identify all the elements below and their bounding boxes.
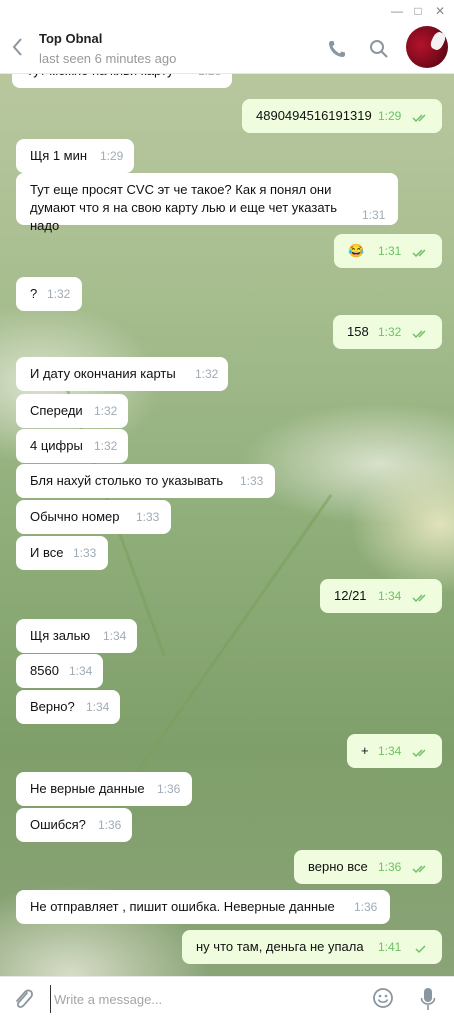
message-time: 1:28 [198,74,221,88]
message-time: 1:36 [378,860,402,874]
last-seen-status: last seen 6 minutes ago [39,51,177,66]
message-incoming[interactable]: Ошибся? 1:36 [16,808,132,842]
message-input[interactable] [50,985,350,1013]
message-text: Щя залью [30,628,91,643]
message-incoming[interactable]: 8560 1:34 [16,654,103,688]
search-icon[interactable] [368,38,390,60]
window-titlebar: — □ ✕ [0,0,454,22]
message-time: 1:34 [103,629,127,643]
message-text: Обычно номер [30,509,120,524]
message-text: + [361,743,369,758]
message-time: 1:32 [94,439,118,453]
message-text: Спереди [30,403,83,418]
paperclip-icon[interactable] [12,987,34,1011]
message-time: 1:34 [378,589,402,603]
message-time: 1:41 [378,940,402,954]
avatar[interactable] [406,26,448,68]
message-text: верно все [308,859,368,874]
microphone-icon[interactable] [420,986,436,1012]
emoji-icon[interactable] [372,987,394,1009]
message-incoming[interactable]: Щя залью 1:34 [16,619,137,653]
message-text: 4890494516191319 [256,108,372,123]
message-time: 1:29 [100,149,124,163]
message-incoming[interactable]: Спереди 1:32 [16,394,128,428]
message-incoming[interactable]: Не отправляет , пишит ошибка. Неверные д… [16,890,390,924]
maximize-button[interactable]: □ [410,3,426,19]
message-outgoing[interactable]: 😂 1:31 [334,234,442,268]
double-check-icon [412,249,426,258]
double-check-icon [412,330,426,339]
message-incoming[interactable]: ? 1:32 [16,277,82,311]
message-time: 1:32 [378,325,402,339]
chat-title[interactable]: Top Obnal [39,31,102,46]
message-list[interactable]: Тут можно на киви карту 1:28 48904945161… [0,74,454,976]
message-text: 😂 [348,243,365,258]
message-text: ? [30,286,38,301]
message-incoming[interactable]: И дату окончания карты 1:32 [16,357,228,391]
message-incoming[interactable]: Верно? 1:34 [16,690,120,724]
message-outgoing[interactable]: верно все 1:36 [294,850,442,884]
message-time: 1:34 [69,664,93,678]
message-incoming[interactable]: И все 1:33 [16,536,108,570]
message-time: 1:32 [195,367,219,381]
message-outgoing[interactable]: 4890494516191319 1:29 [242,99,442,133]
message-time: 1:34 [378,744,402,758]
double-check-icon [412,865,426,874]
message-time: 1:31 [378,244,402,258]
message-text: ну что там, деньга не упала [196,939,364,954]
message-time: 1:32 [47,287,71,301]
message-text: Щя 1 мин [30,148,88,163]
message-text: Не верные данные [30,781,145,796]
message-outgoing[interactable]: ну что там, деньга не упала 1:41 [182,930,442,964]
message-outgoing[interactable]: + 1:34 [347,734,442,768]
message-time: 1:36 [354,900,378,914]
message-incoming[interactable]: Не верные данные 1:36 [16,772,192,806]
message-time: 1:36 [157,782,181,796]
message-time: 1:34 [86,700,110,714]
message-text: Ошибся? [30,817,86,832]
message-incoming[interactable]: Тут еще просят CVC эт че такое? Как я по… [16,173,398,233]
message-time: 1:32 [94,404,118,418]
message-text: 12/21 [334,588,367,603]
message-time: 1:33 [136,510,160,524]
close-window-button[interactable]: ✕ [432,3,448,19]
message-text: Не отправляет , пишит ошибка. Неверные д… [30,899,335,914]
message-outgoing[interactable]: 12/21 1:34 [320,579,442,613]
message-incoming[interactable]: Бля нахуй столько то указывать 1:33 [16,464,275,498]
back-arrow-icon[interactable] [10,36,26,58]
message-incoming[interactable]: Щя 1 мин 1:29 [16,139,134,173]
double-check-icon [412,749,426,758]
message-time: 1:36 [98,818,122,832]
message-text: Бля нахуй столько то указывать [30,473,224,488]
phone-icon[interactable] [326,38,348,60]
message-text: И все [30,545,64,560]
message-text: Тут можно на киви карту [26,74,174,88]
double-check-icon [412,594,426,603]
message-text: 8560 [30,663,59,678]
message-time: 1:31 [362,208,386,222]
message-text: 4 цифры [30,438,83,453]
single-check-icon [415,945,426,954]
double-check-icon [412,114,426,123]
message-time: 1:33 [240,474,264,488]
message-outgoing[interactable]: 158 1:32 [333,315,442,349]
message-time: 1:33 [73,546,97,560]
message-text: Верно? [30,699,75,714]
message-text: И дату окончания карты [30,366,176,381]
message-time: 1:29 [378,109,402,123]
message-text: 158 [347,324,369,339]
message-incoming[interactable]: Тут можно на киви карту 1:28 [12,74,232,88]
message-incoming[interactable]: 4 цифры 1:32 [16,429,128,463]
message-composer [0,976,454,1020]
message-incoming[interactable]: Обычно номер 1:33 [16,500,171,534]
chat-header: Top Obnal last seen 6 minutes ago [0,22,454,74]
minimize-button[interactable]: — [389,3,405,19]
message-text: Тут еще просят CVC эт че такое? Как я по… [30,182,337,233]
